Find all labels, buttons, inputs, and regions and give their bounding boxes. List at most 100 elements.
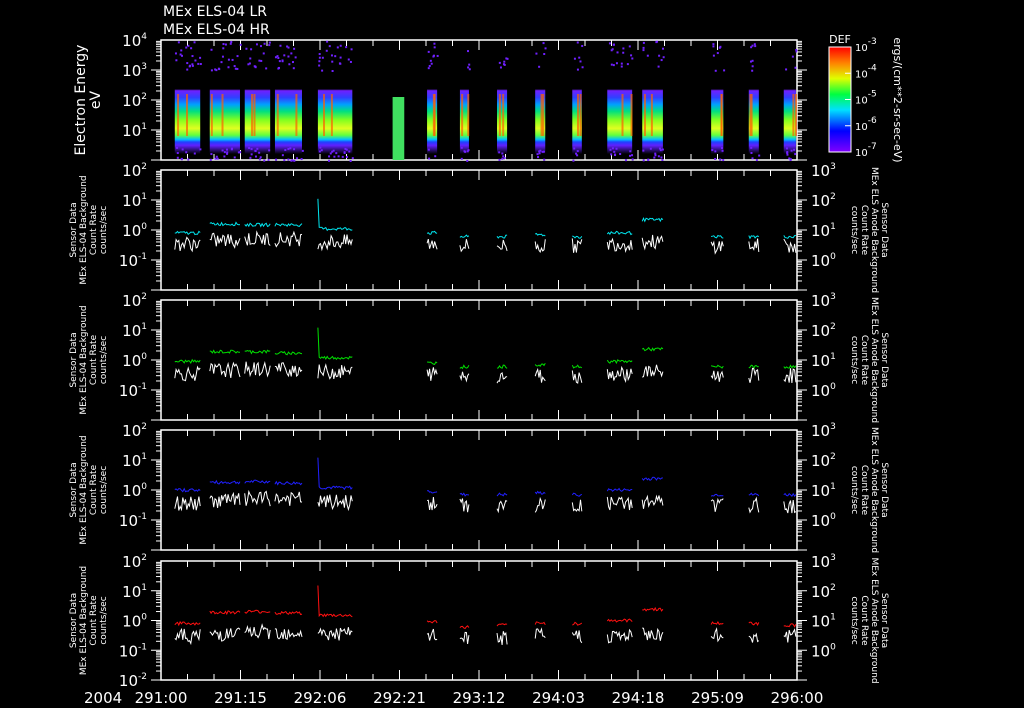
spectrogram-pixel — [199, 148, 202, 151]
left-y-tick-label: 102 — [122, 553, 147, 571]
spectrogram-pixel — [199, 63, 202, 66]
spectrogram-pixel — [433, 46, 436, 49]
left-axis-label-line: Sensor Data — [69, 202, 79, 257]
spectrogram-pixel — [721, 149, 724, 152]
lower-series-line — [274, 491, 303, 506]
spectrogram-pixel — [224, 43, 227, 46]
spectrogram-streak — [186, 94, 189, 136]
spectrogram-pixel — [176, 146, 179, 149]
colorbar-tick-label: 10-5 — [855, 90, 877, 107]
spectrogram-pixel — [609, 148, 612, 151]
spectrogram-pixel — [628, 154, 631, 157]
colorbar-label: DEF — [829, 33, 851, 46]
spectrogram-pixel — [543, 158, 546, 161]
left-y-tick-label: 101 — [122, 192, 147, 210]
spectrogram-pixel — [498, 158, 501, 161]
spectrogram-pixel — [642, 49, 645, 52]
lower-series-line — [244, 361, 271, 378]
spectrogram-pixel — [250, 153, 253, 156]
spectrogram-pixel — [467, 66, 470, 69]
right-y-tick-label: 103 — [811, 162, 836, 180]
right-axis-label-line: Sensor Data — [879, 593, 889, 648]
left-axis-label-line: Sensor Data — [69, 332, 79, 387]
spectrogram-pixel — [610, 63, 613, 66]
spectrogram-pixel — [222, 47, 225, 50]
spectrogram-pixel — [642, 149, 645, 152]
spectrogram-streak — [432, 94, 435, 136]
spectrogram-pixel — [187, 158, 190, 161]
upper-series-line — [459, 364, 470, 370]
spectrogram-pixel — [328, 155, 331, 158]
spectrogram-pixel — [325, 49, 328, 52]
spectrogram-pixel — [263, 159, 266, 162]
spectrogram-pixel — [333, 155, 336, 158]
spectrogram-pixel — [503, 157, 506, 160]
spectrogram-pixel — [174, 52, 177, 55]
upper-series-line — [426, 620, 438, 624]
spectrogram-streak — [795, 94, 798, 136]
spectrogram-pixel — [661, 158, 664, 161]
spectrogram-pixel — [250, 148, 253, 151]
spectrogram-pixel — [177, 41, 180, 44]
spectrogram-pixel — [712, 43, 715, 46]
spectrogram-pixel — [222, 43, 225, 46]
right-y-tick-label: 103 — [811, 292, 836, 310]
spectrogram-pixel — [573, 57, 576, 60]
spectrogram-pixel — [229, 42, 232, 45]
spectrogram-pixel — [572, 159, 575, 162]
spectrogram-block — [274, 68, 302, 154]
lower-series-line — [174, 627, 201, 646]
upper-series-line — [244, 349, 271, 355]
spectrogram-pixel — [233, 156, 236, 159]
upper-series-line — [317, 327, 353, 361]
spectrogram-pixel — [654, 152, 657, 155]
spectrogram-pixel — [331, 69, 334, 72]
spectrogram-pixel — [711, 149, 714, 152]
panel-frame — [160, 429, 798, 551]
left-y-tick-label: 100 — [122, 352, 147, 370]
spectrogram-pixel — [712, 45, 715, 48]
spectrogram-pixel — [287, 55, 290, 58]
right-y-tick-label: 100 — [811, 642, 836, 660]
left-axis-label-line: counts/sec — [99, 596, 109, 644]
spectrogram-pixel — [331, 60, 334, 63]
spectrogram-pixel — [267, 158, 270, 161]
spectrogram-pixel — [186, 62, 189, 65]
lower-series-line — [426, 238, 438, 250]
spectrogram-pixel — [505, 57, 508, 60]
lower-series-line — [496, 499, 508, 514]
spectrogram-pixel — [338, 62, 341, 65]
upper-series-line — [710, 234, 724, 239]
spectrogram-streak — [330, 94, 333, 136]
spectrogram-pixel — [615, 62, 618, 65]
upper-series-line — [710, 493, 724, 497]
spectrogram-pixel — [501, 157, 504, 160]
spectrogram-pixel — [466, 159, 469, 162]
panel-frame — [160, 169, 798, 291]
left-axis-label: Sensor Data MEx ELS-04 Background Count Ra… — [69, 305, 109, 414]
spectrogram-pixel — [326, 40, 329, 43]
spectrogram-pixel — [624, 159, 627, 162]
right-y-tick-label: 102 — [811, 192, 836, 210]
lower-series-line — [534, 627, 546, 639]
spectrogram-pixel — [275, 158, 278, 161]
spectrogram-pixel — [209, 158, 212, 161]
spectrogram-pixel — [293, 159, 296, 162]
spectrogram-pixel — [320, 149, 323, 152]
upper-series-line — [459, 492, 469, 497]
spectrogram-pixel — [658, 54, 661, 57]
spectrogram-pixel — [321, 56, 324, 59]
lower-series-line — [317, 363, 353, 380]
left-axis-label-line: Count Rate — [89, 334, 99, 385]
right-axis-label-line: Sensor Data — [879, 462, 889, 517]
spectrogram-streak — [210, 94, 213, 136]
spectrogram-pixel — [718, 46, 721, 49]
upper-series-line — [174, 230, 201, 236]
spectrogram-pixel — [226, 151, 229, 154]
spectrogram-streak — [295, 94, 298, 136]
spectrogram-pixel — [180, 49, 183, 52]
spectrogram-pixel — [575, 152, 578, 155]
upper-series-line — [244, 222, 271, 228]
lower-series-line — [783, 368, 797, 383]
lower-series-line — [174, 365, 201, 382]
